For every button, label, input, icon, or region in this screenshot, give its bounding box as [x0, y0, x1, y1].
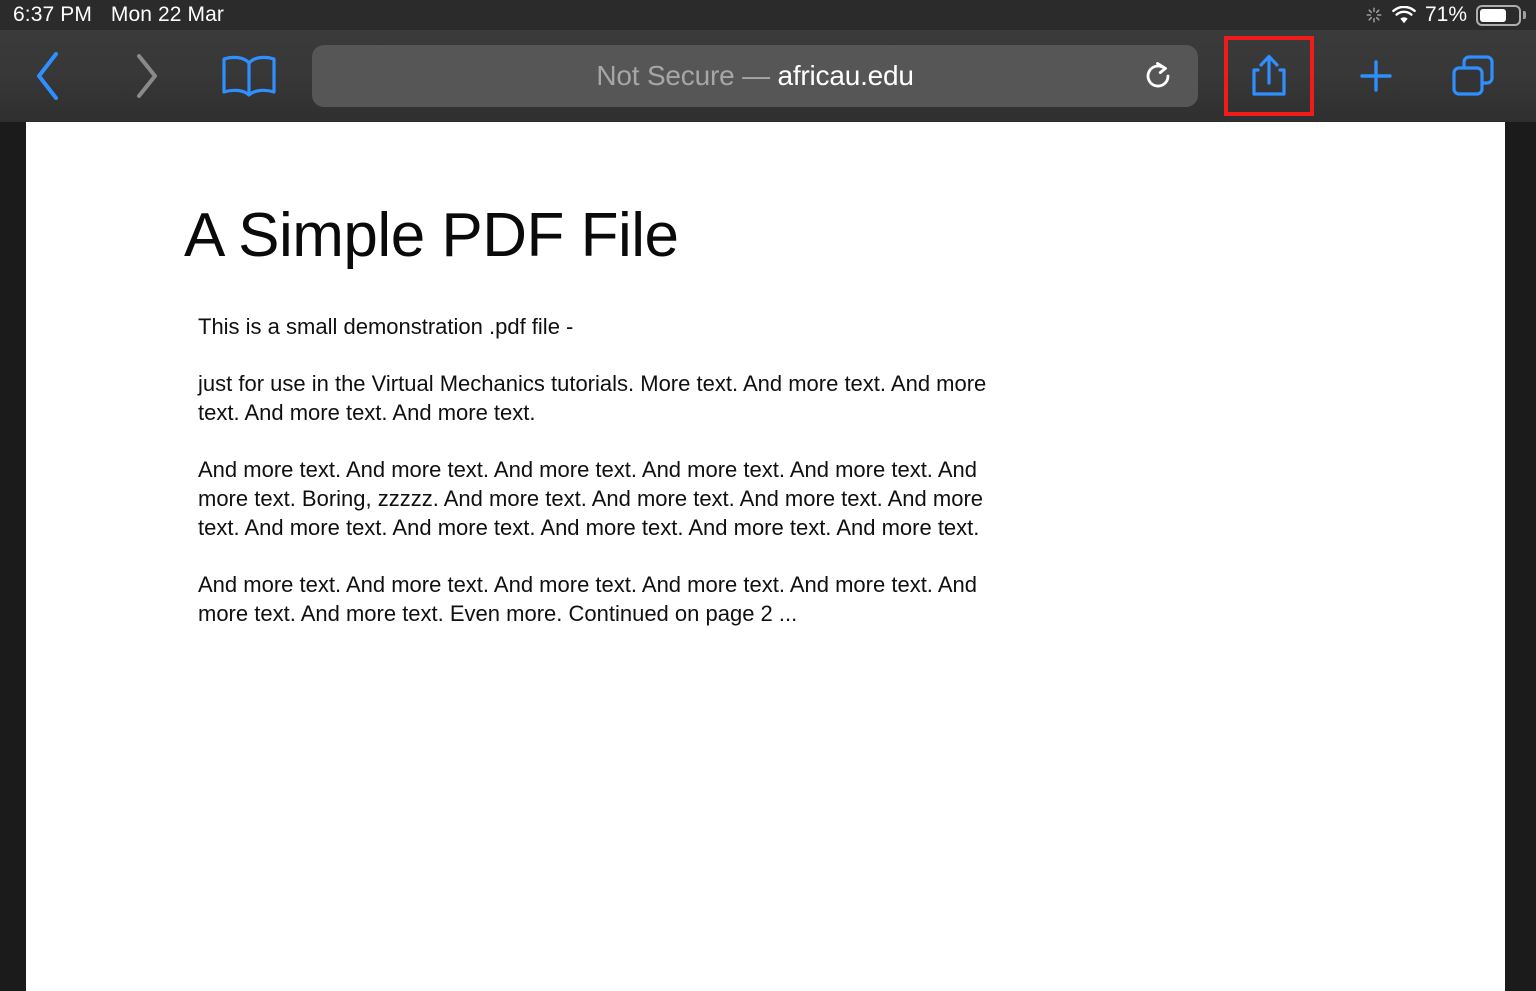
plus-icon: [1360, 60, 1392, 92]
share-icon: [1252, 54, 1286, 96]
reload-button[interactable]: [1136, 54, 1180, 98]
chevron-right-icon: [137, 54, 157, 98]
tabs-overview-button[interactable]: [1440, 45, 1506, 107]
reload-icon: [1146, 62, 1170, 88]
bookmarks-button[interactable]: [218, 46, 280, 106]
battery-icon: [1476, 4, 1526, 26]
address-separator: —: [734, 60, 778, 91]
address-bar-text: Not Secure — africau.edu: [596, 60, 914, 92]
status-bar-right: 71%: [1365, 3, 1536, 27]
back-button[interactable]: [18, 46, 78, 106]
ipad-safari-screen: 6:37 PM Mon 22 Mar 71% Not Secure — afri…: [0, 0, 1536, 991]
status-date: Mon 22 Mar: [110, 3, 224, 26]
wifi-icon: [1392, 5, 1416, 25]
status-bar: 6:37 PM Mon 22 Mar 71%: [0, 0, 1536, 30]
share-button[interactable]: [1224, 36, 1314, 116]
pdf-page[interactable]: A Simple PDF File This is a small demons…: [26, 122, 1505, 991]
new-tab-button[interactable]: [1344, 45, 1408, 107]
book-icon: [222, 55, 276, 97]
battery-percent-label: 71%: [1424, 3, 1467, 26]
pdf-paragraph: And more text. And more text. And more t…: [198, 457, 984, 540]
pdf-title: A Simple PDF File: [184, 201, 679, 270]
browser-toolbar: Not Secure — africau.edu: [0, 30, 1536, 122]
address-bar[interactable]: Not Secure — africau.edu: [312, 45, 1199, 107]
pdf-paragraph: And more text. And more text. And more t…: [198, 572, 977, 626]
pdf-paragraph: just for use in the Virtual Mechanics tu…: [198, 371, 987, 425]
security-label: Not Secure: [596, 60, 735, 91]
tabs-overview-icon: [1452, 55, 1494, 96]
forward-button[interactable]: [116, 46, 176, 106]
status-time: 6:37 PM: [13, 3, 92, 26]
status-bar-left: 6:37 PM Mon 22 Mar: [0, 3, 224, 27]
web-content-area: A Simple PDF File This is a small demons…: [0, 122, 1536, 991]
chevron-left-icon: [37, 52, 58, 100]
spinner-icon: [1365, 6, 1383, 24]
pdf-paragraph: This is a small demonstration .pdf file …: [198, 314, 574, 339]
pdf-body: This is a small demonstration .pdf file …: [198, 312, 988, 628]
address-domain: africau.edu: [777, 60, 914, 91]
